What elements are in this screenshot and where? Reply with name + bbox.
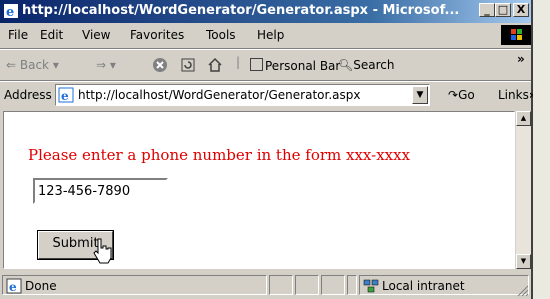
phone-input[interactable]: [33, 178, 168, 204]
desktop-background: [533, 0, 550, 299]
status-zone: Local intranet: [359, 275, 529, 295]
minimize-button[interactable]: _: [479, 3, 495, 17]
status-main: e Done: [2, 275, 267, 295]
maximize-button[interactable]: □: [495, 3, 511, 17]
personal-bar-button[interactable]: Personal Bar: [250, 58, 340, 73]
windows-logo-icon: [501, 25, 531, 45]
menu-file[interactable]: File: [8, 28, 28, 42]
close-button[interactable]: X: [513, 3, 529, 17]
page-done-icon: e: [6, 278, 22, 294]
personal-bar-icon: [250, 58, 263, 71]
refresh-icon[interactable]: [180, 57, 196, 73]
address-bar: Address e http://localhost/WordGenerator…: [0, 81, 537, 109]
window-title: http://localhost/WordGenerator/Generator…: [22, 3, 460, 18]
vertical-scrollbar[interactable]: ▲ ▼: [516, 111, 531, 269]
search-button[interactable]: 🔍︎Search: [338, 58, 394, 72]
internet-explorer-icon: e: [4, 4, 18, 19]
address-url: http://localhost/WordGenerator/Generator…: [78, 88, 361, 102]
links-button[interactable]: Links»: [498, 88, 537, 102]
status-pane: [269, 275, 293, 295]
stop-icon[interactable]: [152, 57, 168, 73]
title-bar[interactable]: e http://localhost/WordGenerator/Generat…: [0, 0, 531, 23]
address-input[interactable]: e http://localhost/WordGenerator/Generat…: [55, 84, 430, 106]
hand-cursor-icon: [93, 238, 112, 264]
menu-favorites[interactable]: Favorites: [130, 28, 184, 42]
go-label: Go: [458, 88, 475, 102]
menu-help[interactable]: Help: [257, 28, 284, 42]
forward-button[interactable]: ⇒ ▾: [96, 58, 116, 72]
intranet-icon: [363, 279, 379, 293]
browser-window: e http://localhost/WordGenerator/Generat…: [0, 0, 537, 299]
address-label: Address: [4, 88, 52, 102]
back-label: Back: [19, 58, 50, 72]
menu-tools[interactable]: Tools: [206, 28, 236, 42]
menu-edit[interactable]: Edit: [40, 28, 63, 42]
scroll-down-button[interactable]: ▼: [516, 254, 531, 269]
toolbar-more[interactable]: »: [517, 52, 525, 66]
scroll-up-button[interactable]: ▲: [516, 111, 531, 126]
search-icon: 🔍︎: [338, 58, 354, 72]
links-label: Links: [498, 88, 529, 102]
status-bar: e Done Local intranet: [0, 271, 531, 299]
zone-text: Local intranet: [382, 279, 465, 293]
phone-prompt: Please enter a phone number in the form …: [28, 146, 411, 164]
personal-bar-label: Personal Bar: [265, 59, 341, 73]
svg-text:e: e: [6, 5, 14, 19]
status-pane: [295, 275, 319, 295]
search-label: Search: [353, 58, 395, 72]
home-icon[interactable]: [207, 57, 223, 73]
resize-grip-icon[interactable]: [517, 285, 529, 297]
svg-text:e: e: [61, 89, 69, 103]
go-button[interactable]: ↷Go: [448, 88, 475, 102]
status-pane: [321, 275, 345, 295]
status-pane: [347, 275, 357, 295]
toolbar: ⇐ Back ▾ ⇒ ▾ | Personal Bar 🔍︎Search »: [0, 50, 531, 80]
page-content: Please enter a phone number in the form …: [3, 111, 515, 269]
address-dropdown-button[interactable]: ▼: [412, 86, 428, 104]
go-arrow-icon: ↷: [448, 88, 459, 102]
status-text: Done: [25, 279, 57, 293]
menu-bar: File Edit View Favorites Tools Help: [0, 23, 531, 48]
back-button[interactable]: ⇐ Back ▾: [6, 58, 59, 72]
toolbar-separator: |: [236, 55, 241, 69]
svg-text:e: e: [9, 280, 17, 294]
menu-view[interactable]: View: [82, 28, 110, 42]
page-icon: e: [58, 87, 74, 103]
